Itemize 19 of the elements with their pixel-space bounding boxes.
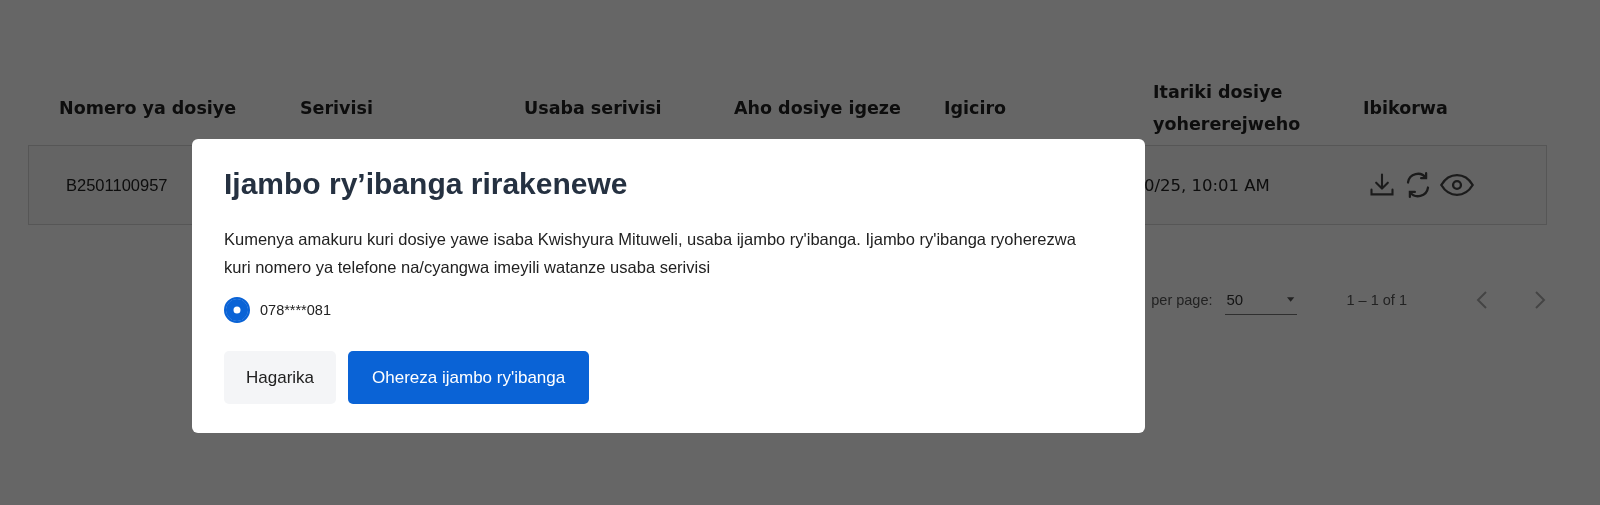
dialog-message: Kumenya amakuru kuri dosiye yawe isaba Kwishyura Mituweli, usaba ijambo ry'ibanga. Ijambo ry'ibanga ryoherezwa kuri nomero ya telefone na/cyangwa imeyili watanze usaba serivisi bbox=[224, 229, 1077, 278]
view-icon[interactable] bbox=[1440, 172, 1474, 198]
page-range: 1 – 1 of 1 bbox=[1346, 292, 1407, 308]
caret-icon bbox=[1287, 296, 1295, 303]
cancel-button[interactable]: Hagarika bbox=[224, 351, 337, 404]
radio-button[interactable] bbox=[224, 297, 250, 323]
column-header: Usaba serivisi bbox=[523, 96, 663, 120]
send-button[interactable]: Ohereza ijambo ry'ibanga bbox=[348, 351, 590, 404]
page-size-select[interactable]: 50 bbox=[1224, 285, 1297, 315]
table-cell-text: 0/25, 10:01 AM bbox=[1144, 175, 1271, 195]
dialog-title: Ijambo ry’ibanga rirakenewe bbox=[224, 167, 629, 201]
column-header: Ibikorwa bbox=[1362, 96, 1449, 120]
radio-label: 078****081 bbox=[260, 302, 331, 318]
items-per-page-label: per page: bbox=[1151, 292, 1213, 308]
column-header: Aho dosiye igeze bbox=[733, 96, 902, 120]
column-header: Igiciro bbox=[943, 96, 1008, 120]
column-header: Serivisi bbox=[299, 96, 374, 120]
column-header: Itariki dosiye yohererejweho bbox=[1152, 80, 1302, 136]
column-header: Nomero ya dosiye bbox=[58, 96, 238, 120]
